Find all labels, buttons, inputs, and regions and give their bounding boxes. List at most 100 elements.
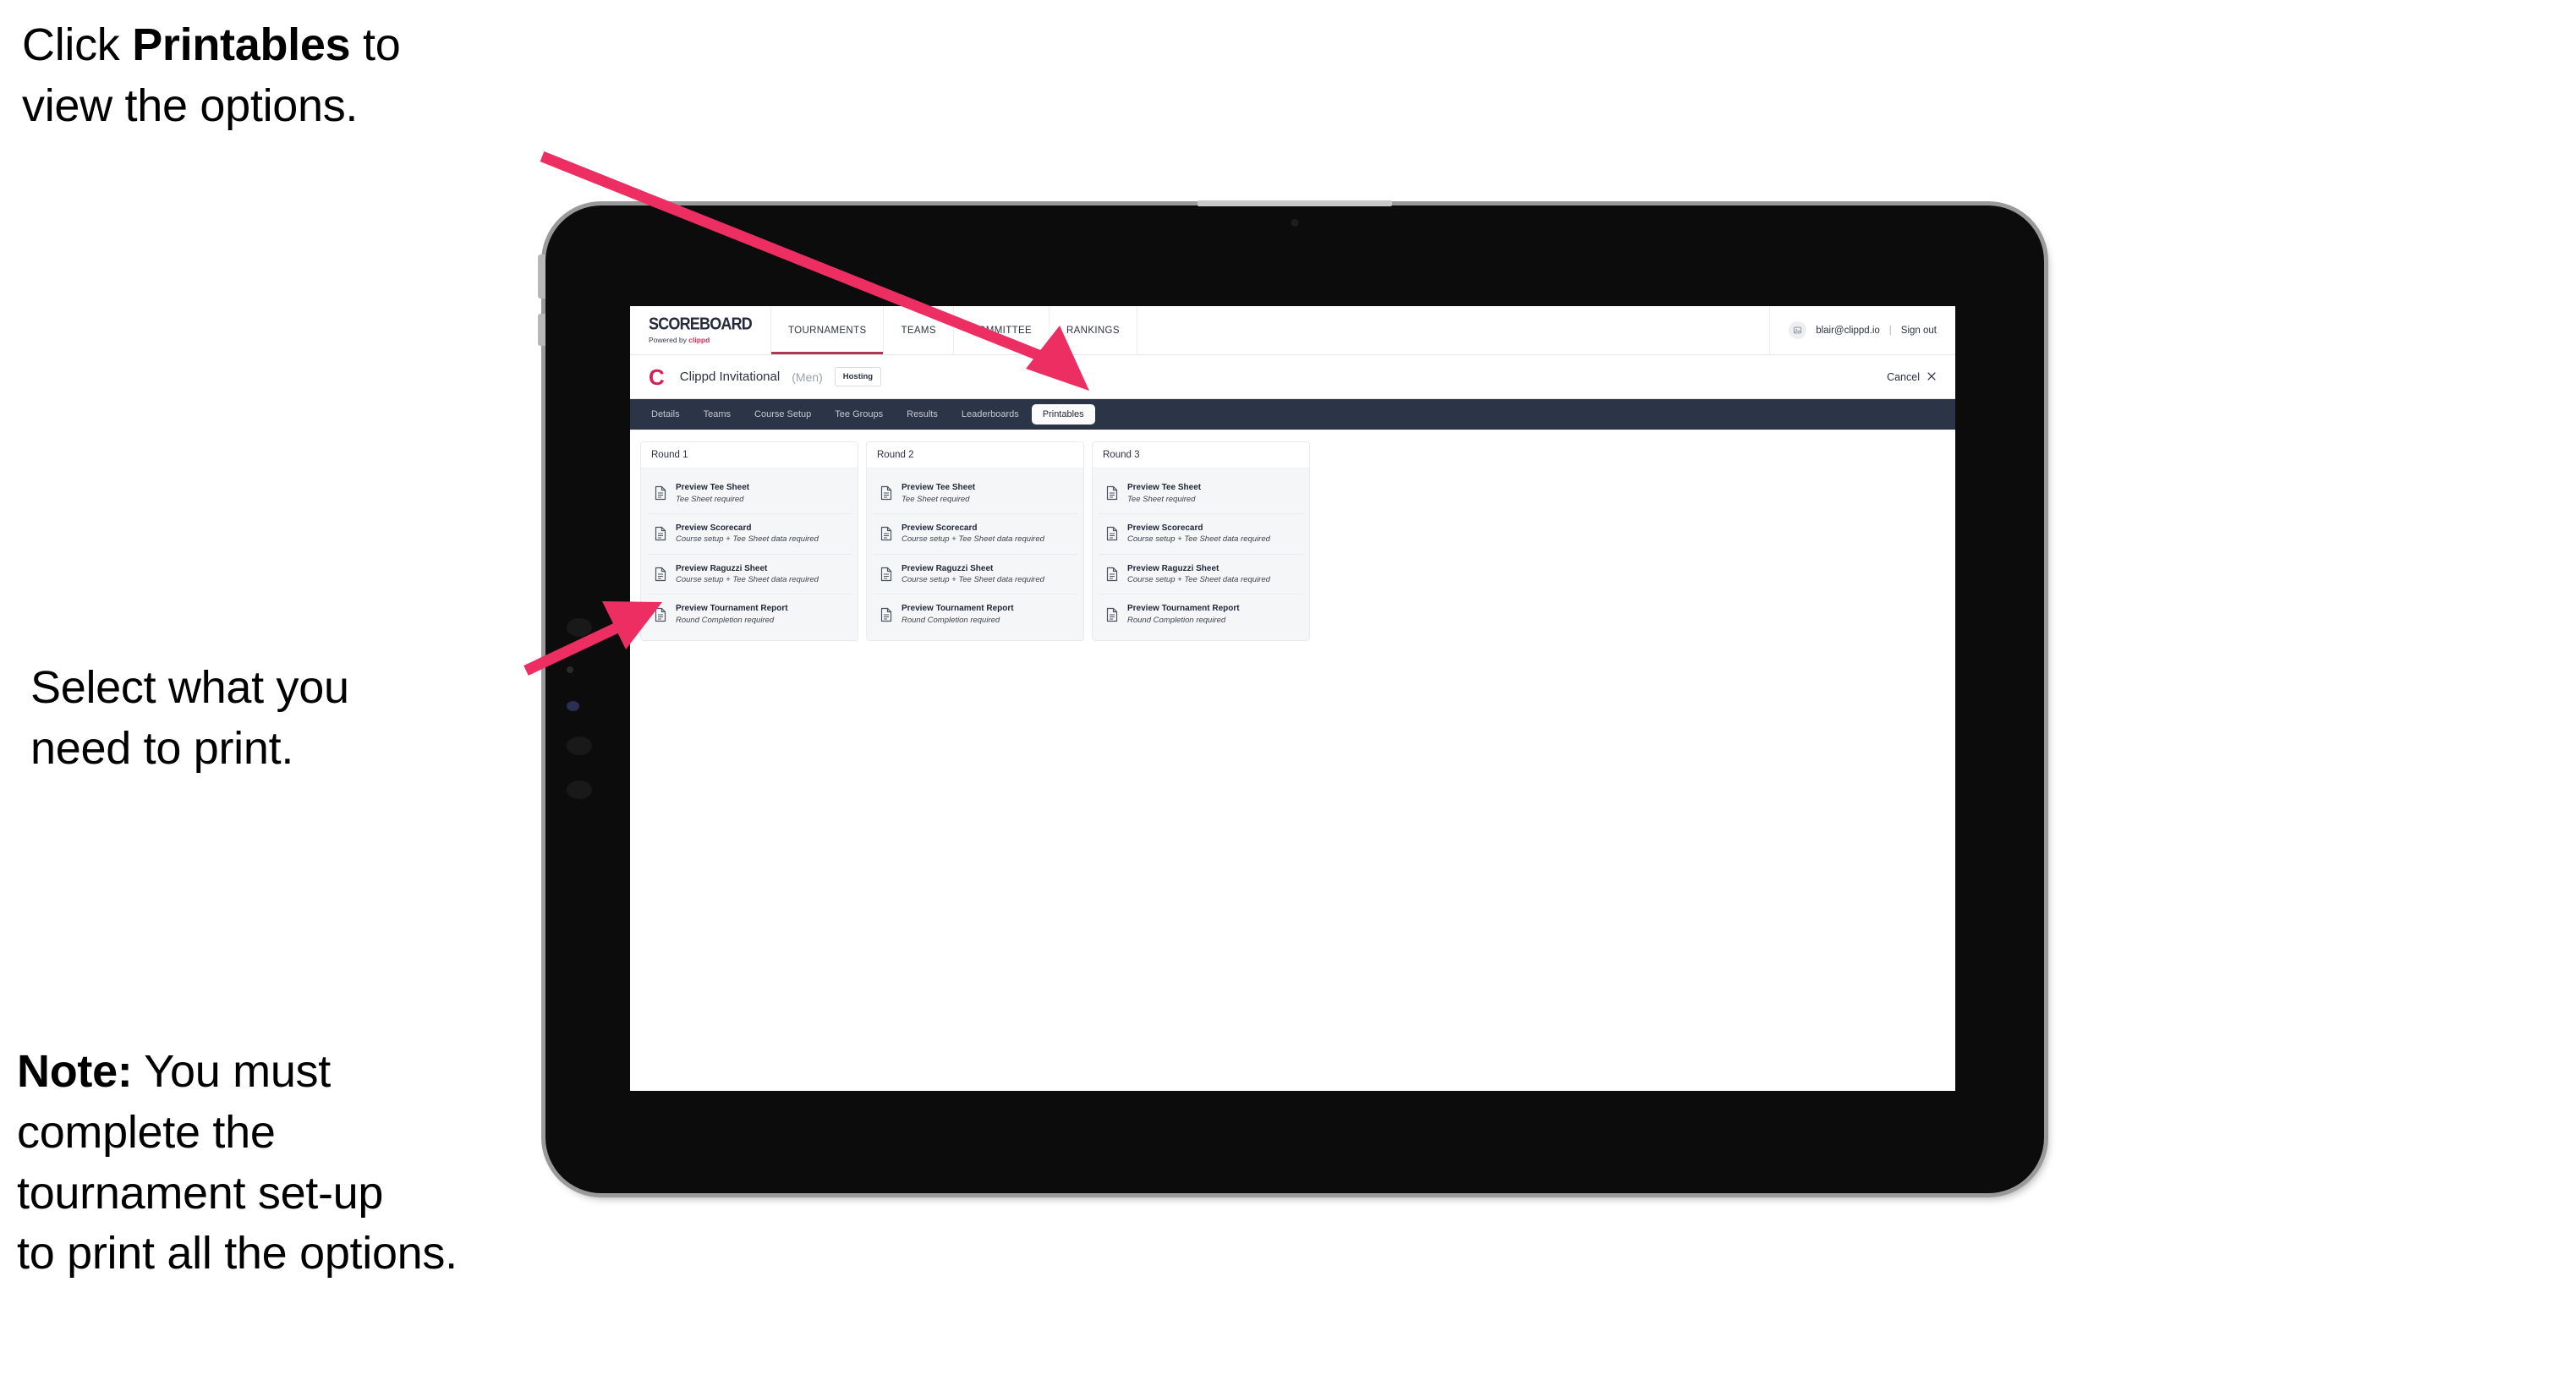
nav-link-rankings[interactable]: RANKINGS [1050,306,1137,354]
printable-row-tee-sheet[interactable]: Preview Tee Sheet Tee Sheet required [1099,474,1303,514]
printable-requirement: Course setup + Tee Sheet data required [1127,534,1270,545]
printable-requirement: Tee Sheet required [676,494,744,504]
clippd-logo-icon: C [649,364,665,390]
nav-link-label: TEAMS [901,325,936,336]
brand-subtitle: Powered by clippd [649,336,752,344]
nav-user-section: blair@clippd.io | Sign out [1770,306,1955,354]
printable-row-scorecard[interactable]: Preview Scorecard Course setup + Tee She… [873,513,1077,555]
nav-link-tournaments[interactable]: TOURNAMENTS [771,306,885,354]
printable-text: Preview Tee Sheet Tee Sheet required [902,482,975,505]
round-printable-list: Preview Tee Sheet Tee Sheet required Pre… [641,468,858,641]
annotation-click-bold: Printables [132,19,351,70]
document-icon [1105,526,1119,541]
document-icon [654,567,667,582]
document-icon [654,485,667,501]
printable-row-scorecard[interactable]: Preview Scorecard Course setup + Tee She… [1099,513,1303,555]
section-tab-bar: Details Teams Course Setup Tee Groups Re… [630,399,1955,430]
printables-content: Round 1 Preview Tee Sheet Tee Sheet requ… [630,430,1955,642]
nav-link-committee[interactable]: COMMITTEE [954,306,1050,354]
printable-title: Preview Tournament Report [902,604,1014,614]
brand-sub-clippd: clippd [688,336,710,344]
document-icon [880,526,893,541]
cancel-button[interactable]: Cancel [1887,371,1937,383]
document-icon [1105,567,1119,582]
document-icon [654,607,667,622]
printable-row-scorecard[interactable]: Preview Scorecard Course setup + Tee She… [647,513,852,555]
printable-requirement: Round Completion required [902,615,1000,625]
printable-row-tournament-report[interactable]: Preview Tournament Report Round Completi… [873,594,1077,635]
tab-course-setup[interactable]: Course Setup [743,404,822,425]
close-x-icon [1927,371,1937,383]
power-button[interactable] [538,255,545,299]
user-email: blair@clippd.io [1816,325,1880,336]
tab-printables[interactable]: Printables [1031,404,1095,425]
brand-title: SCOREBOARD [649,314,753,334]
tournament-header: C Clippd Invitational (Men) Hosting Canc… [630,355,1955,399]
printable-title: Preview Tee Sheet [676,483,750,492]
printable-row-tournament-report[interactable]: Preview Tournament Report Round Completi… [647,594,852,635]
document-icon [654,526,667,541]
printable-requirement: Tee Sheet required [1127,494,1196,504]
printable-row-tournament-report[interactable]: Preview Tournament Report Round Completi… [1099,594,1303,635]
printable-text: Preview Raguzzi Sheet Course setup + Tee… [902,563,1044,586]
printable-title: Preview Raguzzi Sheet [902,563,994,573]
printable-text: Preview Tee Sheet Tee Sheet required [1127,482,1201,505]
sign-out-link[interactable]: Sign out [1901,326,1937,336]
tournament-gender: (Men) [792,370,823,384]
round-printable-list: Preview Tee Sheet Tee Sheet required Pre… [867,468,1083,641]
tab-leaderboards[interactable]: Leaderboards [951,404,1030,425]
tab-details[interactable]: Details [640,404,691,425]
printable-title: Preview Scorecard [1127,523,1203,533]
tablet-device-frame: SCOREBOARD Powered by clippd TOURNAMENTS… [538,200,2044,1193]
nav-link-teams[interactable]: TEAMS [884,306,954,354]
printable-row-raguzzi-sheet[interactable]: Preview Raguzzi Sheet Course setup + Tee… [1099,554,1303,595]
printable-row-tee-sheet[interactable]: Preview Tee Sheet Tee Sheet required [647,474,852,514]
nav-link-label: RANKINGS [1066,325,1120,336]
printable-requirement: Round Completion required [676,615,775,625]
printable-row-raguzzi-sheet[interactable]: Preview Raguzzi Sheet Course setup + Tee… [647,554,852,595]
annotation-click-printables: Click Printables to view the options. [22,15,580,137]
printable-title: Preview Scorecard [676,523,752,533]
brand-sub-prefix: Powered by [649,336,689,344]
round-title: Round 2 [867,442,1083,468]
tab-tee-groups[interactable]: Tee Groups [824,404,894,425]
nav-link-label: TOURNAMENTS [788,325,867,336]
printable-text: Preview Tee Sheet Tee Sheet required [676,482,749,505]
round-printable-list: Preview Tee Sheet Tee Sheet required Pre… [1093,468,1309,641]
printable-text: Preview Raguzzi Sheet Course setup + Tee… [676,563,819,586]
bezel-sensor-icon [567,781,592,799]
printable-text: Preview Tournament Report Round Completi… [902,603,1014,626]
bezel-sensor-icon [567,618,592,637]
printable-title: Preview Tournament Report [676,604,788,614]
tab-results[interactable]: Results [896,404,949,425]
printable-text: Preview Tournament Report Round Completi… [676,603,788,626]
printable-requirement: Round Completion required [1127,615,1226,625]
annotation-click-prefix: Click [22,19,133,70]
scoreboard-logo[interactable]: SCOREBOARD Powered by clippd [630,306,772,354]
printable-requirement: Tee Sheet required [902,494,970,504]
bezel-sensor-icon [567,737,592,755]
hosting-badge[interactable]: Hosting [834,367,882,386]
printable-title: Preview Raguzzi Sheet [676,563,768,573]
document-icon [1105,485,1119,501]
tournament-name: Clippd Invitational [679,370,781,384]
user-avatar-icon[interactable] [1789,321,1807,339]
bezel-pinhole-icon [567,666,573,673]
printable-text: Preview Scorecard Course setup + Tee She… [676,523,819,545]
document-icon [1105,607,1119,622]
bezel-led-icon [567,701,579,711]
printable-title: Preview Scorecard [902,523,978,533]
annotation-note-bold: Note: [17,1046,133,1097]
printable-row-raguzzi-sheet[interactable]: Preview Raguzzi Sheet Course setup + Tee… [873,554,1077,595]
printable-text: Preview Scorecard Course setup + Tee She… [902,523,1044,545]
printable-requirement: Course setup + Tee Sheet data required [676,575,819,585]
document-icon [880,607,893,622]
printable-title: Preview Tee Sheet [1127,483,1202,492]
volume-button[interactable] [538,314,545,346]
round-title: Round 3 [1093,442,1309,468]
round-column: Round 3 Preview Tee Sheet Tee Sheet requ… [1092,441,1310,642]
tab-teams[interactable]: Teams [693,404,742,425]
nav-link-label: COMMITTEE [970,325,1032,336]
round-column: Round 1 Preview Tee Sheet Tee Sheet requ… [640,441,858,642]
printable-row-tee-sheet[interactable]: Preview Tee Sheet Tee Sheet required [873,474,1077,514]
